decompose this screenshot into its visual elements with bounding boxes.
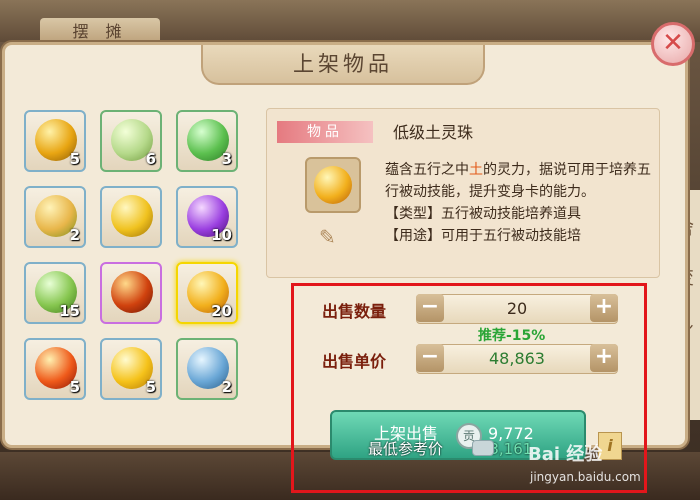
inventory-slot[interactable] — [100, 262, 162, 324]
inventory-slot[interactable]: 6 — [100, 110, 162, 172]
dialog-title: 上架物品 — [201, 45, 485, 85]
item-info-panel: 物品 低级土灵珠 ✎ 蕴含五行之中土的灵力，据说可用于培养五行被动技能，提升变身… — [266, 108, 660, 278]
item-description: 蕴含五行之中土的灵力，据说可用于培养五行被动技能，提升变身卡的能力。 【类型】五… — [385, 162, 651, 244]
inventory-slot[interactable]: 3 — [176, 110, 238, 172]
item-count: 5 — [145, 378, 156, 396]
recommend-text: 推荐-15% — [478, 328, 546, 344]
price-label: 出售单价 — [322, 352, 387, 371]
watermark-logo: Bai 经验 — [528, 444, 603, 465]
item-count: 15 — [59, 302, 80, 320]
inventory-slot[interactable]: 2 — [24, 186, 86, 248]
inventory-grid: 5 6 3 2 10 15 20 5 5 2 — [24, 110, 250, 430]
quantity-plus-button[interactable]: + — [590, 294, 618, 322]
item-count: 2 — [221, 378, 232, 396]
item-type: 【类型】五行被动技能培养道具 — [385, 206, 581, 222]
inventory-slot[interactable]: 5 — [24, 338, 86, 400]
quantity-label: 出售数量 — [322, 302, 387, 321]
item-count: 10 — [211, 226, 232, 244]
item-name: 低级土灵珠 — [393, 123, 474, 142]
item-count: 5 — [69, 378, 80, 396]
close-button[interactable]: ✕ — [651, 22, 695, 66]
item-use: 【用途】可用于五行被动技能培 — [385, 228, 581, 244]
price-plus-button[interactable]: + — [590, 344, 618, 372]
item-tag: 物品 — [277, 121, 373, 143]
inventory-slot[interactable] — [100, 186, 162, 248]
ingot-icon — [472, 440, 494, 456]
item-count: 5 — [69, 150, 80, 168]
item-count: 6 — [145, 150, 156, 168]
inventory-slot[interactable]: 5 — [24, 110, 86, 172]
quantity-stepper: − 20 + — [416, 294, 618, 324]
inventory-slot[interactable]: 10 — [176, 186, 238, 248]
item-orb-icon — [111, 271, 153, 313]
item-orb-icon — [111, 195, 153, 237]
item-count: 3 — [221, 150, 232, 168]
edit-icon[interactable]: ✎ — [319, 225, 345, 251]
price-stepper: − 48,863 + — [416, 344, 618, 374]
inventory-slot[interactable]: 2 — [176, 338, 238, 400]
earth-orb-icon — [314, 166, 352, 204]
price-minus-button[interactable]: − — [416, 344, 444, 372]
item-icon — [305, 157, 361, 213]
watermark-url: jingyan.baidu.com — [530, 470, 641, 484]
reference-label: 最低参考价 — [368, 440, 444, 458]
inventory-slot[interactable]: 5 — [100, 338, 162, 400]
quantity-minus-button[interactable]: − — [416, 294, 444, 322]
inventory-slot[interactable]: 20 — [176, 262, 238, 324]
price-value[interactable]: 48,863 — [447, 345, 587, 373]
item-count: 20 — [211, 302, 232, 320]
item-count: 2 — [69, 226, 80, 244]
quantity-value[interactable]: 20 — [447, 295, 587, 323]
inventory-slot[interactable]: 15 — [24, 262, 86, 324]
reference-price: 最低参考价 43,161 — [368, 438, 532, 459]
